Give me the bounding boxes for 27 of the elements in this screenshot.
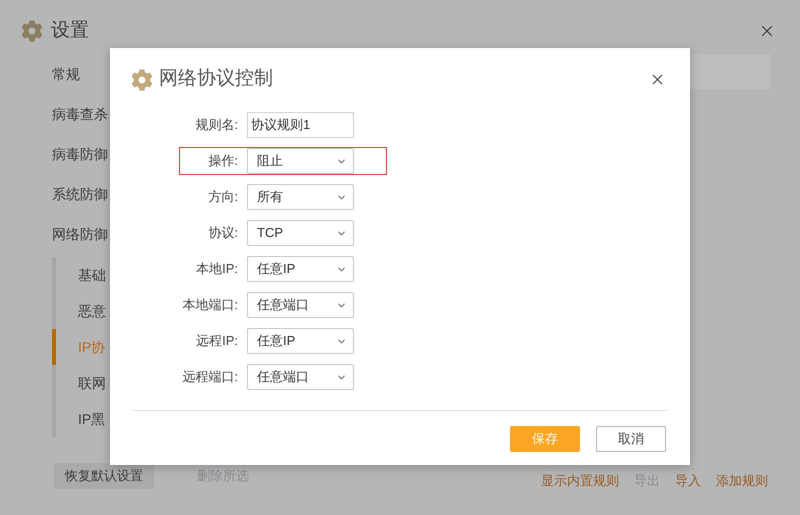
gear-icon [21, 20, 43, 42]
gear-icon [131, 68, 153, 90]
dropdown[interactable]: 任意端口 [247, 292, 354, 318]
field-label: 协议: [207, 224, 238, 242]
cancel-button[interactable]: 取消 [596, 426, 666, 452]
dropdown[interactable]: 任意IP [247, 256, 354, 282]
sidebar-item[interactable]: 网络防御 [52, 214, 110, 254]
window-title: 设置 [51, 18, 89, 43]
dropdown[interactable]: 所有 [247, 184, 354, 210]
dialog-title: 网络协议控制 [159, 67, 273, 92]
dropdown[interactable]: 任意端口 [247, 364, 354, 390]
field-label: 规则名: [194, 116, 238, 134]
dropdown[interactable]: TCP [247, 220, 354, 246]
field-label: 远程端口: [181, 368, 238, 386]
field-label: 本地IP: [195, 260, 238, 278]
field-label: 远程IP: [195, 332, 238, 350]
field-label: 本地端口: [181, 296, 238, 314]
dropdown[interactable]: 阻止 [247, 148, 354, 174]
field-label: 方向: [207, 188, 238, 206]
sidebar-item[interactable]: 系统防御 [52, 174, 110, 214]
restore-defaults-button[interactable]: 恢复默认设置 [54, 463, 154, 489]
dropdown[interactable]: 任意IP [247, 328, 354, 354]
sidebar-item[interactable]: 病毒防御 [52, 134, 110, 174]
input-field[interactable]: 协议规则1 [247, 112, 354, 138]
sidebar-item[interactable]: 常规 [52, 54, 110, 94]
sidebar-item[interactable]: 病毒查杀 [52, 94, 110, 134]
field-label: 操作: [207, 152, 238, 170]
